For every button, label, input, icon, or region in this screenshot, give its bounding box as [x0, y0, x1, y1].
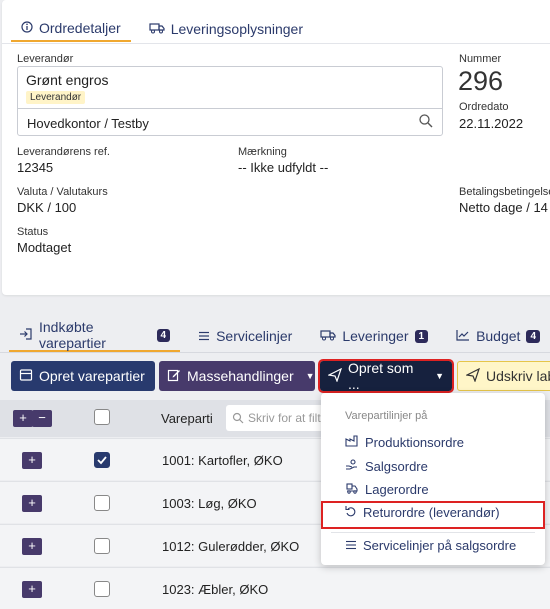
payment-terms-value: Netto dage / 14 [459, 200, 548, 215]
menu-divider [331, 532, 535, 533]
grid-search-input[interactable]: Skriv for at filtrere [226, 405, 336, 431]
tab-label: Servicelinjer [216, 328, 293, 344]
lot-name: 1003: Løg, ØKO [162, 496, 257, 511]
menu-item-label: Servicelinjer på salgsordre [363, 538, 517, 553]
supplier-badge: Leverandør [26, 91, 86, 104]
supplier-label: Leverandør [17, 53, 74, 65]
box-icon [19, 368, 33, 385]
menu-item-production-order[interactable]: Produktionsordre [345, 435, 464, 450]
select-all-checkbox[interactable] [94, 409, 110, 425]
menu-item-label: Lagerordre [365, 482, 429, 497]
tab-label: Ordredetaljer [39, 20, 121, 36]
create-as-menu: Varepartilinjer på Produktionsordre Salg… [321, 393, 545, 565]
tab-service-lines[interactable]: Servicelinjer [188, 320, 302, 352]
address-value: Hovedkontor / Testby [27, 116, 149, 131]
expand-row-button[interactable]: + [22, 495, 42, 512]
bulk-actions-button[interactable]: Massehandlinger ▼ [159, 361, 315, 391]
menu-item-label: Produktionsordre [365, 435, 464, 450]
create-lots-button[interactable]: Opret varepartier [11, 361, 155, 391]
collapse-all-button[interactable]: − [32, 410, 52, 427]
info-icon [21, 20, 33, 36]
login-icon [19, 327, 33, 343]
marking-label: Mærkning [238, 146, 287, 158]
supplier-ref-label: Leverandørens ref. [17, 146, 110, 158]
button-label: Udskriv lab [486, 368, 550, 384]
marking-value: -- Ikke udfyldt -- [238, 160, 329, 175]
top-tabs: Ordredetaljer Leveringsoplysninger [11, 10, 313, 44]
factory-icon [345, 435, 359, 450]
button-label: Opret som ... [348, 360, 414, 392]
lot-name: 1023: Æbler, ØKO [162, 582, 269, 597]
caret-down-icon: ▼ [435, 371, 444, 381]
expand-all-button[interactable]: + [13, 410, 33, 427]
tab-purchased-lots[interactable]: Indkøbte varepartier 4 [9, 319, 181, 352]
payment-terms-label: Betalingsbetingelse [459, 186, 550, 198]
tab-budget[interactable]: Budget 4 [446, 320, 550, 352]
expand-row-button[interactable]: + [22, 452, 42, 469]
row-checkbox[interactable] [94, 452, 110, 468]
supplier-field[interactable]: Grønt engros Leverandør [17, 66, 443, 109]
expand-row-button[interactable]: + [22, 581, 42, 598]
truck-icon [320, 328, 336, 344]
table-row[interactable]: + 1023: Æbler, ØKO [0, 567, 550, 609]
menu-item-return-order[interactable]: Returordre (leverandør) [345, 505, 500, 520]
row-checkbox[interactable] [94, 538, 110, 554]
bottom-tabs: Indkøbte varepartier 4 Servicelinjer Lev… [9, 319, 550, 353]
lot-name: 1001: Kartofler, ØKO [162, 453, 283, 468]
menu-header: Varepartilinjer på [345, 410, 428, 422]
truck-loading-icon [345, 482, 359, 497]
status-label: Status [17, 226, 49, 238]
list-icon [198, 328, 210, 344]
tab-label: Leveringer [342, 328, 409, 344]
tabs-divider [2, 43, 550, 44]
count-badge: 4 [156, 328, 171, 342]
currency-value: DKK / 100 [17, 200, 77, 215]
menu-item-label: Returordre (leverandør) [363, 505, 500, 520]
menu-item-label: Salgsordre [365, 459, 428, 474]
lot-name: 1012: Gulerødder, ØKO [162, 539, 300, 554]
create-as-button[interactable]: Opret som ... ▼ [318, 359, 454, 393]
tab-delivery-info[interactable]: Leveringsoplysninger [139, 10, 313, 42]
number-value: 296 [458, 66, 504, 96]
number-label: Nummer [459, 53, 502, 65]
order-date-label: Ordredato [459, 101, 509, 113]
row-checkbox[interactable] [94, 581, 110, 597]
caret-down-icon: ▼ [305, 371, 315, 381]
search-icon[interactable] [418, 113, 434, 134]
tab-label: Indkøbte varepartier [39, 319, 106, 351]
order-details-card: Ordredetaljer Leveringsoplysninger Lever… [2, 0, 550, 295]
column-header-lot: Vareparti [161, 411, 213, 426]
tab-label: Leveringsoplysninger [170, 21, 304, 37]
count-badge: 4 [526, 329, 540, 343]
menu-item-sales-order[interactable]: Salgsordre [345, 459, 428, 474]
menu-item-stock-order[interactable]: Lagerordre [345, 482, 429, 497]
list-icon [345, 538, 357, 553]
row-checkbox[interactable] [94, 495, 110, 511]
address-field[interactable]: Hovedkontor / Testby [17, 108, 443, 136]
chart-icon [456, 328, 470, 344]
count-badge: 1 [414, 329, 429, 343]
supplier-ref-value: 12345 [17, 160, 54, 175]
supplier-name: Grønt engros [26, 72, 109, 88]
tab-deliveries[interactable]: Leveringer 1 [310, 320, 438, 352]
hand-coin-icon [345, 459, 359, 474]
expand-row-button[interactable]: + [22, 538, 42, 555]
button-label: Opret varepartier [39, 368, 145, 384]
send-icon [465, 367, 481, 385]
truck-icon [149, 21, 165, 37]
tabs-divider [0, 352, 550, 353]
tab-label: Budget [476, 328, 521, 344]
print-labels-button[interactable]: Udskriv lab [457, 361, 550, 391]
order-date-value: 22.11.2022 [459, 116, 524, 131]
edit-icon [167, 368, 181, 385]
tab-order-details[interactable]: Ordredetaljer [11, 10, 131, 42]
search-icon [232, 411, 244, 429]
undo-icon [345, 505, 357, 520]
status-value: Modtaget [17, 240, 72, 255]
menu-item-service-lines-sales-order[interactable]: Servicelinjer på salgsordre [345, 538, 516, 553]
send-icon [327, 367, 343, 385]
currency-label: Valuta / Valutakurs [17, 186, 108, 198]
button-label: Massehandlinger [187, 368, 294, 384]
